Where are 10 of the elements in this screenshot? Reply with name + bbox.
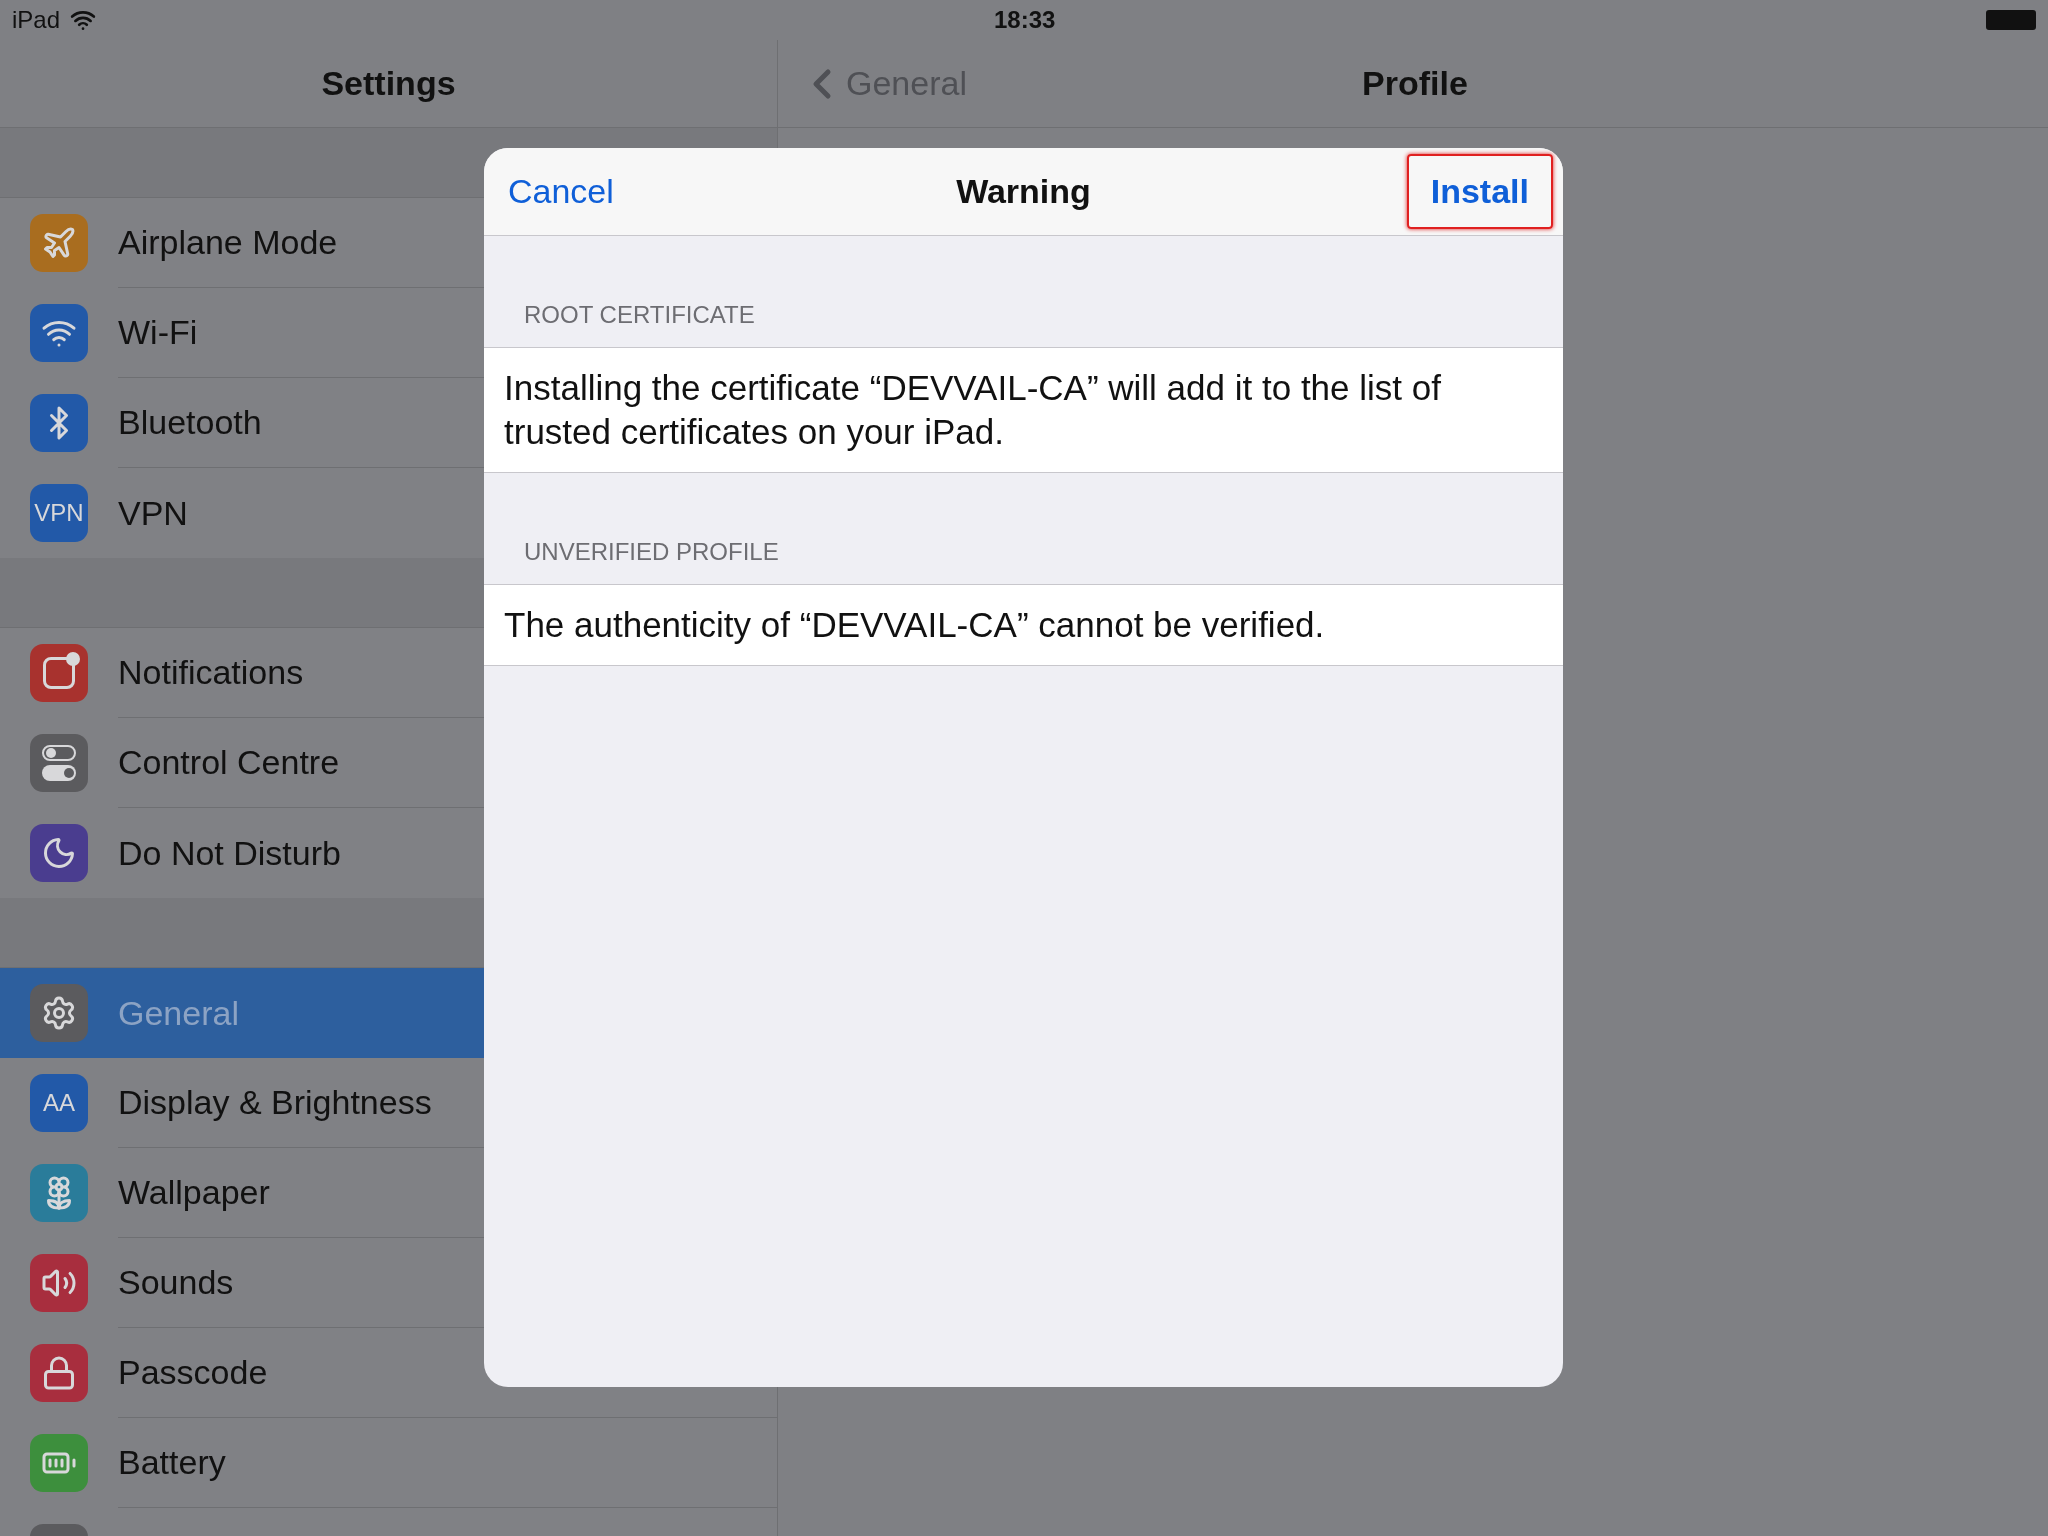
install-button[interactable]: Install — [1406, 154, 1553, 229]
sidebar-title: Settings — [321, 63, 456, 104]
app-icon: VPN — [30, 484, 88, 542]
battery-status-icon — [1986, 10, 2036, 30]
device-name: iPad — [12, 5, 61, 35]
app-icon: AA — [30, 1074, 88, 1132]
page-title: Profile — [1362, 63, 1468, 104]
dialog-title: Warning — [956, 171, 1091, 212]
section-header: ROOT CERTIFICATE — [524, 300, 755, 330]
clock: 18:33 — [994, 5, 1056, 35]
